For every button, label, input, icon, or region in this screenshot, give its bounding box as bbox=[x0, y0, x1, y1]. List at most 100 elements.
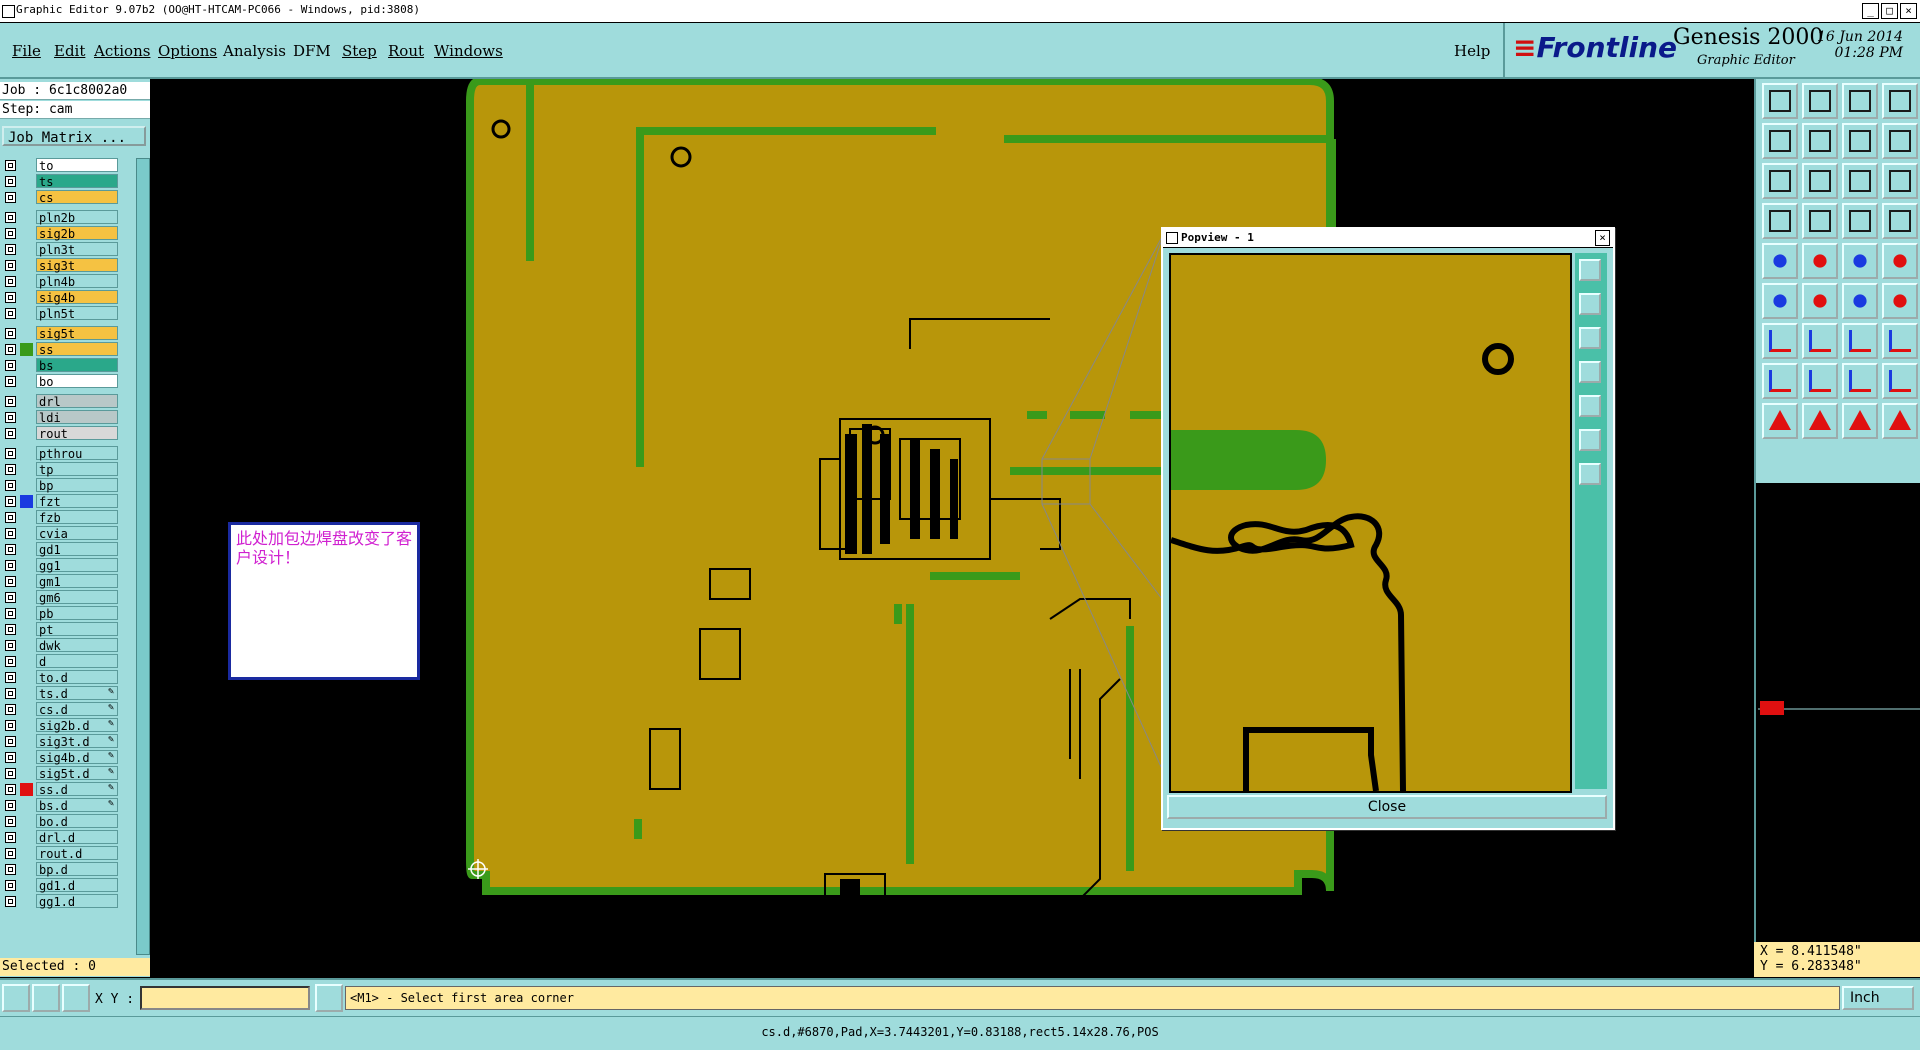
layer-name[interactable]: sig3t.d bbox=[36, 734, 118, 749]
layer-row[interactable]: bo.d bbox=[0, 814, 122, 829]
popview-pan-button[interactable] bbox=[1579, 327, 1601, 349]
layer-row[interactable]: ldi bbox=[0, 410, 122, 425]
layer-checkbox[interactable] bbox=[5, 292, 16, 303]
toolbar-button-3-0[interactable] bbox=[1762, 203, 1798, 239]
layer-name[interactable]: gd1.d bbox=[36, 878, 118, 893]
toolbar-button-2-1[interactable] bbox=[1802, 163, 1838, 199]
layer-name[interactable]: bs.d bbox=[36, 798, 118, 813]
minimize-button[interactable]: _ bbox=[1862, 3, 1879, 19]
toolbar-button-1-2[interactable] bbox=[1842, 123, 1878, 159]
layer-checkbox[interactable] bbox=[5, 672, 16, 683]
layer-row[interactable]: gd1 bbox=[0, 542, 122, 557]
layer-name[interactable]: ss bbox=[36, 342, 118, 357]
layer-name[interactable]: pb bbox=[36, 606, 118, 621]
toolbar-button-3-1[interactable] bbox=[1802, 203, 1838, 239]
layer-name[interactable]: d bbox=[36, 654, 118, 669]
layer-row[interactable]: drl.d bbox=[0, 830, 122, 845]
toolbar-button-8-0[interactable] bbox=[1762, 403, 1798, 439]
layer-checkbox[interactable] bbox=[5, 396, 16, 407]
layer-checkbox[interactable] bbox=[5, 896, 16, 907]
toolbar-button-5-1[interactable] bbox=[1802, 283, 1838, 319]
maximize-button[interactable]: □ bbox=[1881, 3, 1898, 19]
job-matrix-button[interactable]: Job Matrix ... bbox=[2, 126, 146, 146]
layer-checkbox[interactable] bbox=[5, 800, 16, 811]
layer-row[interactable]: drl bbox=[0, 394, 122, 409]
menu-dfm[interactable]: DFM bbox=[293, 42, 331, 60]
layer-row[interactable]: sig3t.d ✎ bbox=[0, 734, 122, 749]
layer-checkbox[interactable] bbox=[5, 864, 16, 875]
mini-view-area[interactable] bbox=[1754, 483, 1920, 943]
layer-checkbox[interactable] bbox=[5, 480, 16, 491]
layer-row[interactable]: rout.d bbox=[0, 846, 122, 861]
layer-checkbox[interactable] bbox=[5, 656, 16, 667]
layer-checkbox[interactable] bbox=[5, 704, 16, 715]
layer-row[interactable]: sig2b.d ✎ bbox=[0, 718, 122, 733]
layer-row[interactable]: cs bbox=[0, 190, 122, 205]
layer-name[interactable]: cvia bbox=[36, 526, 118, 541]
layer-name[interactable]: cs.d bbox=[36, 702, 118, 717]
layer-row[interactable]: pln4b bbox=[0, 274, 122, 289]
toolbar-button-6-1[interactable] bbox=[1802, 323, 1838, 359]
layer-name[interactable]: ts bbox=[36, 174, 118, 189]
toolbar-button-1-1[interactable] bbox=[1802, 123, 1838, 159]
layer-name[interactable]: sig2b.d bbox=[36, 718, 118, 733]
layer-row[interactable]: pt bbox=[0, 622, 122, 637]
layer-name[interactable]: ldi bbox=[36, 410, 118, 425]
layer-checkbox[interactable] bbox=[5, 848, 16, 859]
toolbar-button-6-3[interactable] bbox=[1882, 323, 1918, 359]
popview-home-button[interactable] bbox=[1579, 395, 1601, 417]
layer-row[interactable]: gm6 bbox=[0, 590, 122, 605]
menu-edit[interactable]: Edit bbox=[54, 42, 85, 60]
layer-name[interactable]: sig4b.d bbox=[36, 750, 118, 765]
layer-row[interactable]: ts bbox=[0, 174, 122, 189]
toolbar-button-0-2[interactable] bbox=[1842, 83, 1878, 119]
popview-settings-button[interactable] bbox=[1579, 463, 1601, 485]
layer-name[interactable]: gg1.d bbox=[36, 894, 118, 909]
layer-scrollbar[interactable] bbox=[136, 158, 150, 955]
layer-name[interactable]: ss.d bbox=[36, 782, 118, 797]
layer-name[interactable]: ts.d bbox=[36, 686, 118, 701]
layer-checkbox[interactable] bbox=[5, 496, 16, 507]
layer-checkbox[interactable] bbox=[5, 448, 16, 459]
layer-checkbox[interactable] bbox=[5, 768, 16, 779]
layer-name[interactable]: bp.d bbox=[36, 862, 118, 877]
xy-input[interactable] bbox=[140, 986, 310, 1010]
toolbar-button-6-0[interactable] bbox=[1762, 323, 1798, 359]
layer-name[interactable]: cs bbox=[36, 190, 118, 205]
layer-checkbox[interactable] bbox=[5, 244, 16, 255]
layer-row[interactable]: ss bbox=[0, 342, 122, 357]
popview-titlebar[interactable]: Popview - 1 × bbox=[1163, 229, 1613, 248]
layer-name[interactable]: dwk bbox=[36, 638, 118, 653]
info-button[interactable] bbox=[315, 984, 343, 1012]
toolbar-button-2-0[interactable] bbox=[1762, 163, 1798, 199]
layer-row[interactable]: bp bbox=[0, 478, 122, 493]
layer-checkbox[interactable] bbox=[5, 624, 16, 635]
layer-checkbox[interactable] bbox=[5, 720, 16, 731]
popview-zoom-view[interactable] bbox=[1169, 253, 1572, 793]
layer-checkbox[interactable] bbox=[5, 736, 16, 747]
layer-checkbox[interactable] bbox=[5, 816, 16, 827]
layer-checkbox[interactable] bbox=[5, 360, 16, 371]
toolbar-button-4-1[interactable] bbox=[1802, 243, 1838, 279]
toolbar-button-7-1[interactable] bbox=[1802, 363, 1838, 399]
toolbar-button-8-1[interactable] bbox=[1802, 403, 1838, 439]
layer-row[interactable]: bs.d ✎ bbox=[0, 798, 122, 813]
layer-checkbox[interactable] bbox=[5, 576, 16, 587]
layer-row[interactable]: tp bbox=[0, 462, 122, 477]
layer-name[interactable]: sig4b bbox=[36, 290, 118, 305]
layer-checkbox[interactable] bbox=[5, 160, 16, 171]
grid-tool-button[interactable] bbox=[62, 984, 90, 1012]
layer-row[interactable]: gm1 bbox=[0, 574, 122, 589]
layer-row[interactable]: gg1 bbox=[0, 558, 122, 573]
popview-close-button[interactable]: Close bbox=[1167, 795, 1607, 819]
toolbar-button-3-3[interactable] bbox=[1882, 203, 1918, 239]
layer-row[interactable]: pln5t bbox=[0, 306, 122, 321]
toolbar-button-6-2[interactable] bbox=[1842, 323, 1878, 359]
layer-name[interactable]: pt bbox=[36, 622, 118, 637]
layer-checkbox[interactable] bbox=[5, 528, 16, 539]
layer-row[interactable]: d bbox=[0, 654, 122, 669]
layer-checkbox[interactable] bbox=[5, 228, 16, 239]
toolbar-button-5-2[interactable] bbox=[1842, 283, 1878, 319]
layer-checkbox[interactable] bbox=[5, 608, 16, 619]
layer-checkbox[interactable] bbox=[5, 640, 16, 651]
